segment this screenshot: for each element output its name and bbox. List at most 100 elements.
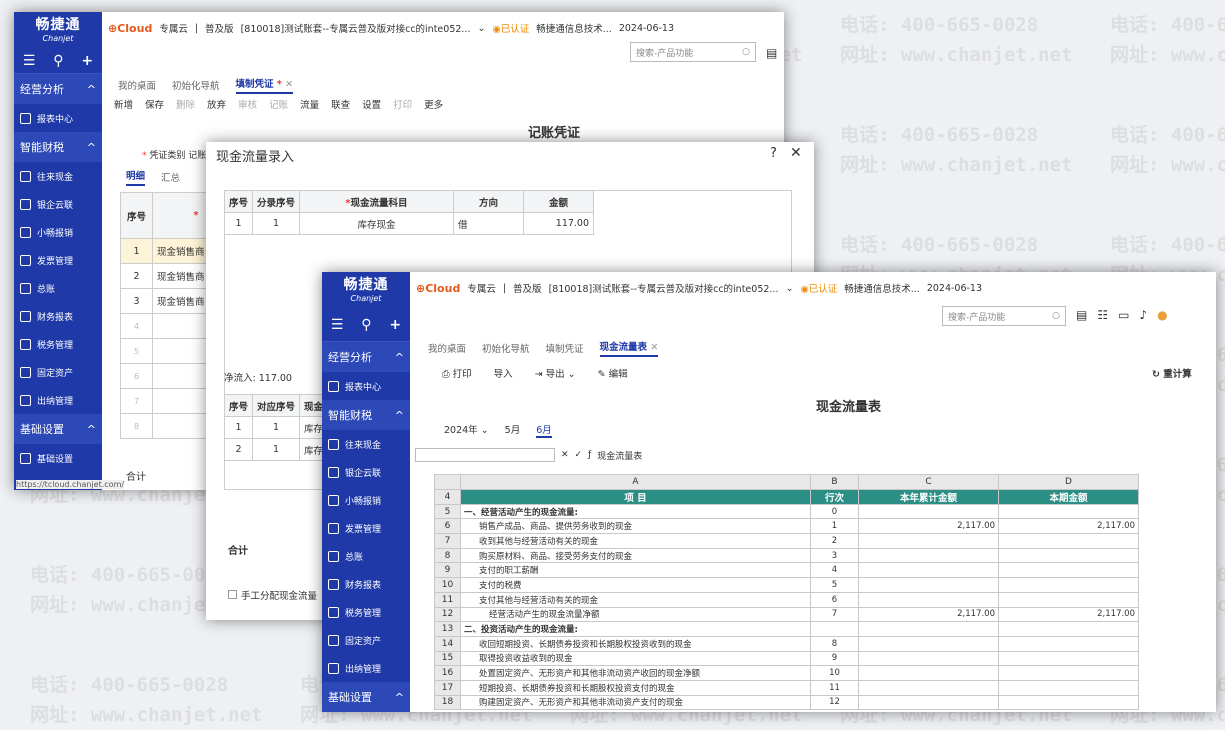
sidebar-item[interactable]: 总账 bbox=[322, 542, 410, 570]
fx-icon[interactable]: ƒ bbox=[588, 450, 591, 460]
discard-button[interactable]: 放弃 bbox=[207, 97, 226, 111]
audit-button[interactable]: 审核 bbox=[238, 97, 257, 111]
edit-button[interactable]: ✎ 编辑 bbox=[598, 366, 628, 380]
search-icon[interactable]: ⚲ bbox=[361, 317, 371, 333]
table-row[interactable]: 18 购建固定资产、无形资产和其他非流动资产支付的现金 12 bbox=[434, 694, 1139, 711]
table-row[interactable]: 10 支付的税费 5 bbox=[434, 577, 1139, 593]
sidebar-item[interactable]: 税务管理 bbox=[322, 598, 410, 626]
sidebar-section-basic[interactable]: 基础设置 ^ bbox=[14, 414, 102, 444]
sidebar-section-analysis[interactable]: 经营分析 ^ bbox=[14, 74, 102, 104]
table-row[interactable]: 1 1 库存 bbox=[223, 416, 329, 439]
sidebar-item[interactable]: 银企云联 bbox=[322, 458, 410, 486]
help-icon[interactable]: ? bbox=[770, 146, 777, 161]
table-row[interactable]: 1 1 库存现金 借 117.00 bbox=[223, 212, 595, 235]
search-input[interactable]: 搜索-产品功能 ○ bbox=[630, 42, 756, 62]
cancel-icon[interactable]: ✕ bbox=[561, 450, 569, 460]
export-button[interactable]: ⇥ 导出 ⌄ bbox=[535, 366, 576, 380]
confirm-icon[interactable]: ✓ bbox=[575, 450, 583, 460]
tab-voucher[interactable]: 填制凭证 bbox=[546, 341, 584, 355]
table-row[interactable]: 6 销售产成品、商品、提供劳务收到的现金 1 2,117.00 2,117.00 bbox=[434, 518, 1139, 535]
cell-ref-input[interactable] bbox=[415, 448, 555, 462]
tab-desktop[interactable]: 我的桌面 bbox=[428, 341, 466, 355]
tab-init-nav[interactable]: 初始化导航 bbox=[172, 78, 220, 92]
sidebar-item[interactable]: 财务报表 bbox=[322, 570, 410, 598]
sidebar-item-report-center[interactable]: 报表中心 bbox=[14, 104, 102, 132]
sidebar-item[interactable]: 往来现金 bbox=[14, 162, 102, 190]
recalc-button[interactable]: ↻ 重计算 bbox=[1152, 366, 1192, 380]
calc-icon[interactable]: ▤ bbox=[766, 46, 777, 60]
sidebar-item[interactable]: 税务管理 bbox=[14, 330, 102, 358]
year-select[interactable]: 2024年 ⌄ bbox=[444, 422, 489, 438]
sidebar-item[interactable]: 出纳管理 bbox=[14, 386, 102, 414]
table-row[interactable]: 17 短期投资、长期债券投资和长期股权投资支付的现金 11 bbox=[434, 679, 1139, 696]
sidebar-item[interactable]: 发票管理 bbox=[322, 514, 410, 542]
account-selector[interactable]: [810018]测试账套--专属云普及版对接cc的inte052... bbox=[241, 21, 471, 35]
delete-button[interactable]: 删除 bbox=[176, 97, 195, 111]
sidebar-item[interactable]: 发票管理 bbox=[14, 246, 102, 274]
menu-icon[interactable]: ☰ bbox=[23, 53, 36, 69]
month-5[interactable]: 5月 bbox=[505, 422, 521, 438]
manual-allocate-checkbox[interactable]: 手工分配现金流量 bbox=[228, 588, 317, 602]
col-b[interactable]: B bbox=[810, 474, 859, 490]
table-row[interactable]: 5 一、经营活动产生的现金流量: 0 bbox=[434, 503, 1139, 520]
sidebar-item-report-center[interactable]: 报表中心 bbox=[322, 372, 410, 400]
sidebar-item[interactable]: 固定资产 bbox=[322, 626, 410, 654]
tab-voucher[interactable]: 填制凭证 * ✕ bbox=[235, 76, 294, 94]
chevron-down-icon[interactable]: ⌄ bbox=[477, 23, 485, 34]
sidebar-item[interactable]: 小畅报销 bbox=[14, 218, 102, 246]
post-button[interactable]: 记账 bbox=[269, 97, 288, 111]
sidebar-item[interactable]: 总账 bbox=[14, 274, 102, 302]
menu-icon[interactable]: ☰ bbox=[331, 317, 344, 333]
import-button[interactable]: 导入 bbox=[494, 366, 513, 380]
linked-query-button[interactable]: 联查 bbox=[331, 97, 350, 111]
sidebar-item-basic-settings[interactable]: 基础设置 bbox=[14, 444, 102, 472]
add-icon[interactable]: + bbox=[81, 53, 93, 69]
table-row[interactable]: 2 1 库存 bbox=[223, 438, 329, 461]
col-c[interactable]: C bbox=[858, 474, 999, 490]
sidebar-item[interactable]: 小畅报销 bbox=[322, 486, 410, 514]
table-row[interactable]: 7 收到其他与经营活动有关的现金 2 bbox=[434, 533, 1139, 549]
tab-init-nav[interactable]: 初始化导航 bbox=[482, 341, 530, 355]
tab-summary[interactable]: 汇总 bbox=[161, 170, 180, 184]
sidebar-item[interactable]: 固定资产 bbox=[14, 358, 102, 386]
month-6[interactable]: 6月 bbox=[536, 422, 552, 438]
settings-button[interactable]: 设置 bbox=[362, 97, 381, 111]
task-icon[interactable]: ☷ bbox=[1097, 308, 1108, 322]
close-icon[interactable]: ✕ bbox=[790, 145, 802, 161]
search-icon[interactable]: ⚲ bbox=[53, 53, 63, 69]
tab-desktop[interactable]: 我的桌面 bbox=[118, 78, 156, 92]
print-button[interactable]: 打印 bbox=[393, 97, 412, 111]
table-row[interactable]: 15 取得投资收益收到的现金 9 bbox=[434, 650, 1139, 667]
print-button[interactable]: ⎙ 打印 bbox=[442, 366, 472, 380]
sidebar-section-analysis[interactable]: 经营分析 ^ bbox=[322, 342, 410, 372]
search-input[interactable]: 搜索-产品功能 ○ bbox=[942, 306, 1066, 326]
sidebar-item[interactable]: 财务报表 bbox=[14, 302, 102, 330]
message-icon[interactable]: ▭ bbox=[1118, 308, 1129, 322]
table-row[interactable]: 13 二、投资活动产生的现金流量: bbox=[434, 621, 1139, 637]
table-row[interactable]: 8 购买原材料、商品、接受劳务支付的现金 3 bbox=[434, 547, 1139, 564]
formula-input[interactable]: 现金流量表 bbox=[597, 449, 642, 462]
table-row[interactable]: 12 经营活动产生的现金流量净额 7 2,117.00 2,117.00 bbox=[434, 606, 1139, 623]
sidebar-item[interactable]: 银企云联 bbox=[14, 190, 102, 218]
table-row[interactable]: 11 支付其他与经营活动有关的现金 6 bbox=[434, 591, 1139, 608]
col-d[interactable]: D bbox=[998, 474, 1139, 490]
more-button[interactable]: 更多 bbox=[424, 97, 443, 111]
new-button[interactable]: 新增 bbox=[114, 97, 133, 111]
calc-icon[interactable]: ▤ bbox=[1076, 308, 1087, 322]
save-button[interactable]: 保存 bbox=[145, 97, 164, 111]
bell-icon[interactable]: ♪ bbox=[1139, 308, 1147, 322]
sidebar-section-finance[interactable]: 智能财税 ^ bbox=[14, 132, 102, 162]
table-row[interactable]: 9 支付的职工薪酬 4 bbox=[434, 562, 1139, 579]
account-selector[interactable]: [810018]测试账套--专属云普及版对接cc的inte052... bbox=[549, 281, 779, 295]
sidebar-item[interactable]: 往来现金 bbox=[322, 430, 410, 458]
table-row[interactable]: 14 收回短期投资、长期债券投资和长期股权投资收到的现金 8 bbox=[434, 635, 1139, 652]
chevron-down-icon[interactable]: ⌄ bbox=[785, 283, 793, 294]
avatar[interactable]: ● bbox=[1157, 308, 1167, 322]
cashflow-button[interactable]: 流量 bbox=[300, 97, 319, 111]
voucher-type-field[interactable]: * 凭证类别 记账 bbox=[142, 148, 206, 161]
add-icon[interactable]: + bbox=[389, 317, 401, 333]
tab-detail[interactable]: 明细 bbox=[126, 168, 146, 186]
tab-cashflow-report[interactable]: 现金流量表 ✕ bbox=[599, 339, 659, 357]
table-row[interactable]: 16 处置固定资产、无形资产和其他非流动资产收回的现金净额 10 bbox=[434, 665, 1139, 681]
sidebar-section-finance[interactable]: 智能财税 ^ bbox=[322, 400, 410, 430]
